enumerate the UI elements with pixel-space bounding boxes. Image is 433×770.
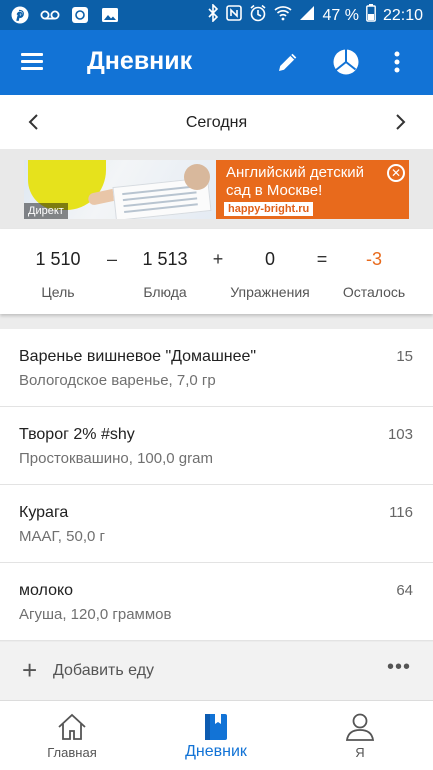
pie-chart-icon[interactable] <box>331 47 361 77</box>
status-bar: 47 % 22:10 <box>0 0 433 30</box>
food-detail: Простоквашино, 100,0 gram <box>19 450 213 467</box>
clock: 22:10 <box>382 6 423 24</box>
nav-tab-label: Главная <box>47 745 97 760</box>
more-horiz-icon[interactable]: ••• <box>387 656 411 679</box>
alarm-icon <box>249 4 267 27</box>
ad-text: Английский детский сад в Москве! <box>226 164 365 199</box>
nav-tab-label: Я <box>355 745 365 760</box>
ad-image: Директ <box>24 160 216 219</box>
image-icon <box>100 5 120 25</box>
food-detail: МААГ, 50,0 г <box>19 528 105 545</box>
date-navigation: Сегодня <box>0 95 433 149</box>
nav-tab-home[interactable]: Главная <box>0 701 144 770</box>
food-detail: Агуша, 120,0 граммов <box>19 606 172 623</box>
add-food-row[interactable]: + Добавить еду ••• <box>0 642 433 700</box>
food-name: Курага <box>19 504 69 521</box>
nav-tab-diary[interactable]: Дневник <box>144 701 288 770</box>
bluetooth-icon <box>207 3 219 27</box>
food-label: Блюда <box>143 284 187 300</box>
diary-icon <box>200 711 232 743</box>
close-icon[interactable]: ✕ <box>387 164 405 182</box>
add-food-button[interactable]: Добавить еду <box>53 662 154 680</box>
voicemail-icon <box>40 5 60 25</box>
wifi-icon <box>274 5 293 26</box>
nav-tab-me[interactable]: Я <box>288 701 432 770</box>
menu-icon[interactable] <box>19 49 47 75</box>
exercise-label: Упражнения <box>230 284 310 300</box>
home-icon <box>56 711 88 743</box>
food-calories: 64 <box>396 582 413 599</box>
exercise-value: 0 <box>264 249 275 269</box>
app-bar: Дневник <box>0 30 433 95</box>
food-item[interactable]: Творог 2% #shy Простоквашино, 100,0 gram… <box>0 407 433 485</box>
food-item[interactable]: Варенье вишневое "Домашнее" Вологодское … <box>0 329 433 407</box>
more-vert-icon[interactable] <box>382 47 412 77</box>
person-icon <box>344 711 376 743</box>
minus-sign: – <box>106 249 117 269</box>
goal-label: Цель <box>41 284 75 300</box>
pinterest-icon <box>10 5 30 25</box>
date-label: Сегодня <box>185 114 248 131</box>
goal-value: 1 510 <box>35 249 81 269</box>
remaining-value: -3 <box>365 249 382 269</box>
food-name: молоко <box>19 582 74 599</box>
remaining-label: Осталось <box>342 284 406 300</box>
food-value: 1 513 <box>142 249 188 269</box>
food-name: Варенье вишневое "Домашнее" <box>19 348 257 365</box>
food-calories: 103 <box>387 426 413 443</box>
page-title: Дневник <box>87 47 193 75</box>
nav-tab-label: Дневник <box>185 743 247 760</box>
ad-area: Директ Английский детский сад в Москве! … <box>0 149 433 229</box>
food-name: Творог 2% #shy <box>19 426 135 443</box>
food-calories: 116 <box>389 504 413 521</box>
nfc-icon <box>226 5 243 26</box>
app-notification-icon <box>70 5 90 25</box>
food-list: Варенье вишневое "Домашнее" Вологодское … <box>0 329 433 641</box>
food-item[interactable]: Курага МААГ, 50,0 г 116 <box>0 485 433 563</box>
plus-icon: + <box>22 655 38 685</box>
ad-banner[interactable]: Директ Английский детский сад в Москве! … <box>24 160 409 219</box>
food-item[interactable]: молоко Агуша, 120,0 граммов 64 <box>0 563 433 641</box>
battery-percent: 47 % <box>322 6 359 24</box>
pencil-icon[interactable] <box>273 47 303 77</box>
ad-url[interactable]: happy-bright.ru <box>224 202 314 216</box>
bottom-navigation: Главная Дневник Я <box>0 700 433 770</box>
signal-icon <box>299 5 315 26</box>
calorie-summary: 1 510 Цель – 1 513 Блюда + 0 Упражнения … <box>0 229 433 314</box>
food-detail: Вологодское варенье, 7,0 гр <box>19 372 216 389</box>
chevron-right-icon[interactable] <box>386 108 414 136</box>
battery-icon <box>366 4 376 27</box>
equals-sign: = <box>316 249 328 269</box>
food-calories: 15 <box>396 348 413 365</box>
ad-badge: Директ <box>24 203 68 219</box>
